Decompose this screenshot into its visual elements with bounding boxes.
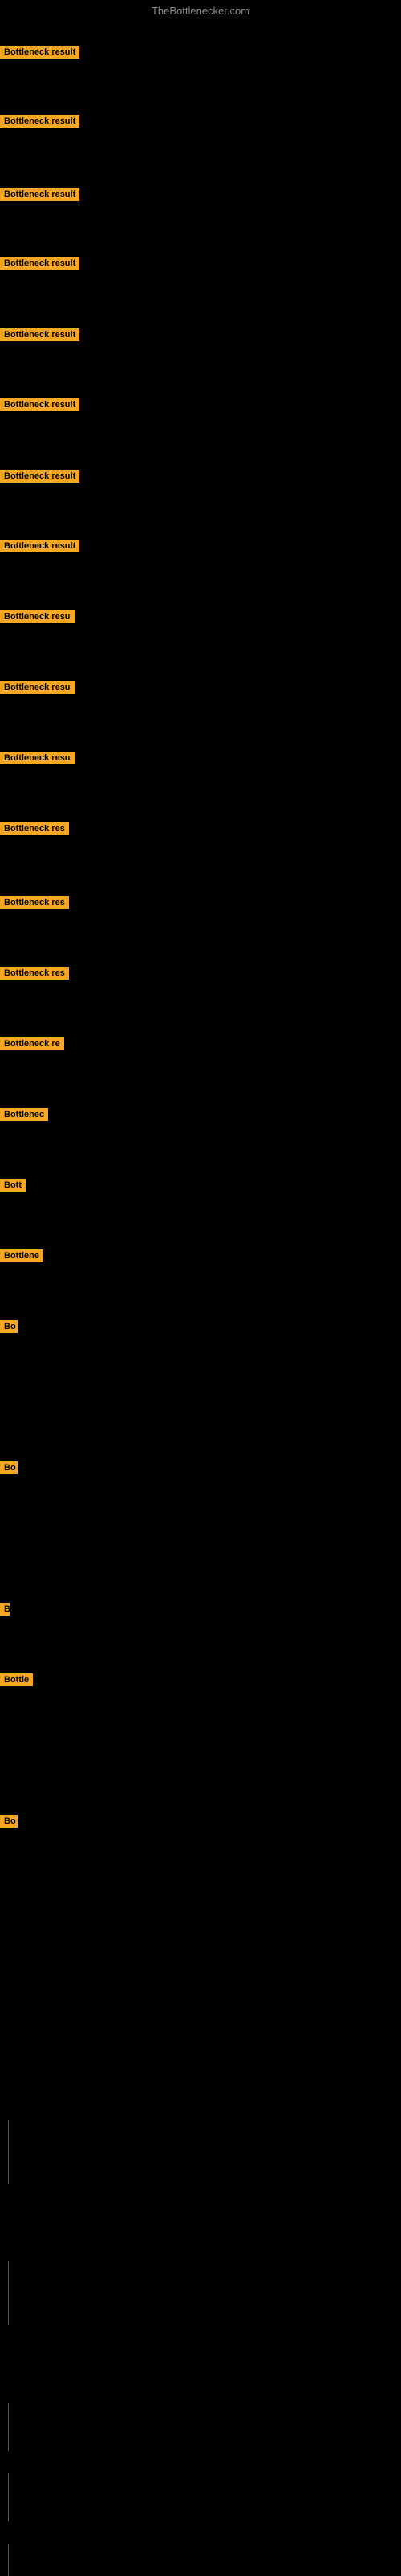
bottleneck-result-badge-9: Bottleneck resu — [0, 681, 75, 694]
bottleneck-result-badge-5: Bottleneck result — [0, 398, 79, 411]
bottleneck-result-badge-8: Bottleneck resu — [0, 610, 75, 623]
bottleneck-result-badge-12: Bottleneck res — [0, 896, 69, 909]
bottleneck-result-badge-6: Bottleneck result — [0, 470, 79, 483]
bottleneck-result-badge-7: Bottleneck result — [0, 540, 79, 552]
bottleneck-result-badge-11: Bottleneck res — [0, 822, 69, 835]
vertical-line-0 — [8, 2120, 9, 2184]
vertical-line-1 — [8, 2261, 9, 2325]
bottleneck-result-badge-18: Bo — [0, 1320, 18, 1333]
bottleneck-result-badge-20: B — [0, 1603, 10, 1616]
bottleneck-result-badge-1: Bottleneck result — [0, 115, 79, 128]
bottleneck-result-badge-14: Bottleneck re — [0, 1037, 64, 1050]
bottleneck-result-badge-22: Bo — [0, 1815, 18, 1828]
bottleneck-result-badge-10: Bottleneck resu — [0, 752, 75, 764]
vertical-line-2 — [8, 2403, 9, 2451]
bottleneck-result-badge-19: Bo — [0, 1461, 18, 1474]
bottleneck-result-badge-0: Bottleneck result — [0, 46, 79, 59]
bottleneck-result-badge-2: Bottleneck result — [0, 188, 79, 201]
bottleneck-result-badge-21: Bottle — [0, 1673, 33, 1686]
bottleneck-result-badge-4: Bottleneck result — [0, 328, 79, 341]
site-title: TheBottlenecker.com — [0, 5, 401, 17]
bottleneck-result-badge-3: Bottleneck result — [0, 257, 79, 270]
vertical-line-4 — [8, 2544, 9, 2576]
vertical-line-3 — [8, 2473, 9, 2521]
bottleneck-result-badge-15: Bottlenec — [0, 1108, 48, 1121]
bottleneck-result-badge-17: Bottlene — [0, 1249, 43, 1262]
bottleneck-result-badge-16: Bott — [0, 1179, 26, 1192]
bottleneck-result-badge-13: Bottleneck res — [0, 967, 69, 980]
